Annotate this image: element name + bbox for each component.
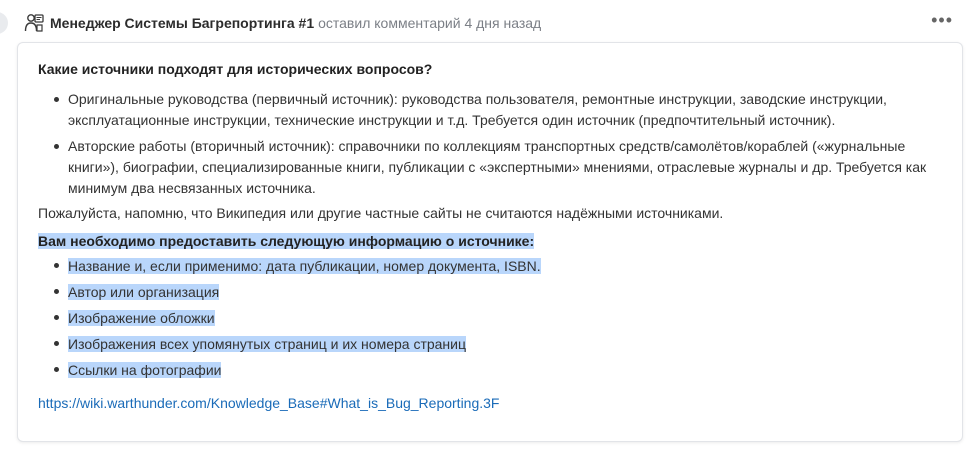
comment-body: Какие источники подходят для исторически… [17,42,963,442]
list-item: Ссылки на фотографии [38,359,942,381]
list-item: Авторские работы (вторичный источник): с… [38,136,942,199]
list-item: Оригинальные руководства (первичный исто… [38,89,942,131]
wikipedia-note: Пожалуйста, напомню, что Википедия или д… [38,205,724,221]
list-item: Изображение обложки [38,307,942,329]
thread-rail [0,0,8,453]
question-heading: Какие источники подходят для исторически… [38,61,433,77]
rail-avatar-bubble [0,12,8,34]
manager-avatar-icon[interactable] [24,13,44,33]
comment-meta: оставил комментарий 4 дня назад [318,15,542,31]
sources-list: Оригинальные руководства (первичный исто… [38,89,942,199]
list-item: Изображения всех упомянутых страниц и их… [38,333,942,355]
list-item: Название и, если применимо: дата публика… [38,255,942,277]
info-list: Название и, если применимо: дата публика… [38,255,942,381]
info-heading: Вам необходимо предоставить следующую ин… [38,233,535,249]
wiki-link[interactable]: https://wiki.warthunder.com/Knowledge_Ba… [38,395,499,411]
list-item: Автор или организация [38,281,942,303]
comment-header: Менеджер Системы Багрепортинга #1 остави… [24,11,957,35]
more-options-icon[interactable]: ••• [927,11,957,33]
comment-author[interactable]: Менеджер Системы Багрепортинга #1 [50,15,314,31]
